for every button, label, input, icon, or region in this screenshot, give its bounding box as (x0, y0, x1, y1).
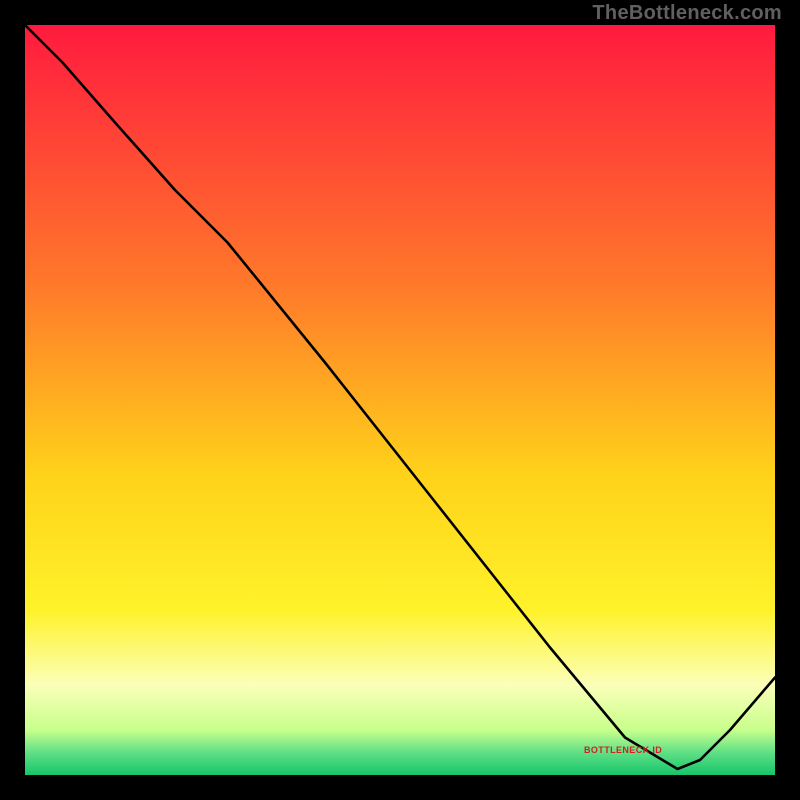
chart-background (25, 25, 775, 775)
bottleneck-id-label: BOTTLENECK ID (584, 745, 662, 755)
bottleneck-chart (25, 25, 775, 775)
chart-frame: BOTTLENECK ID (25, 25, 775, 775)
attribution-text: TheBottleneck.com (592, 2, 782, 25)
